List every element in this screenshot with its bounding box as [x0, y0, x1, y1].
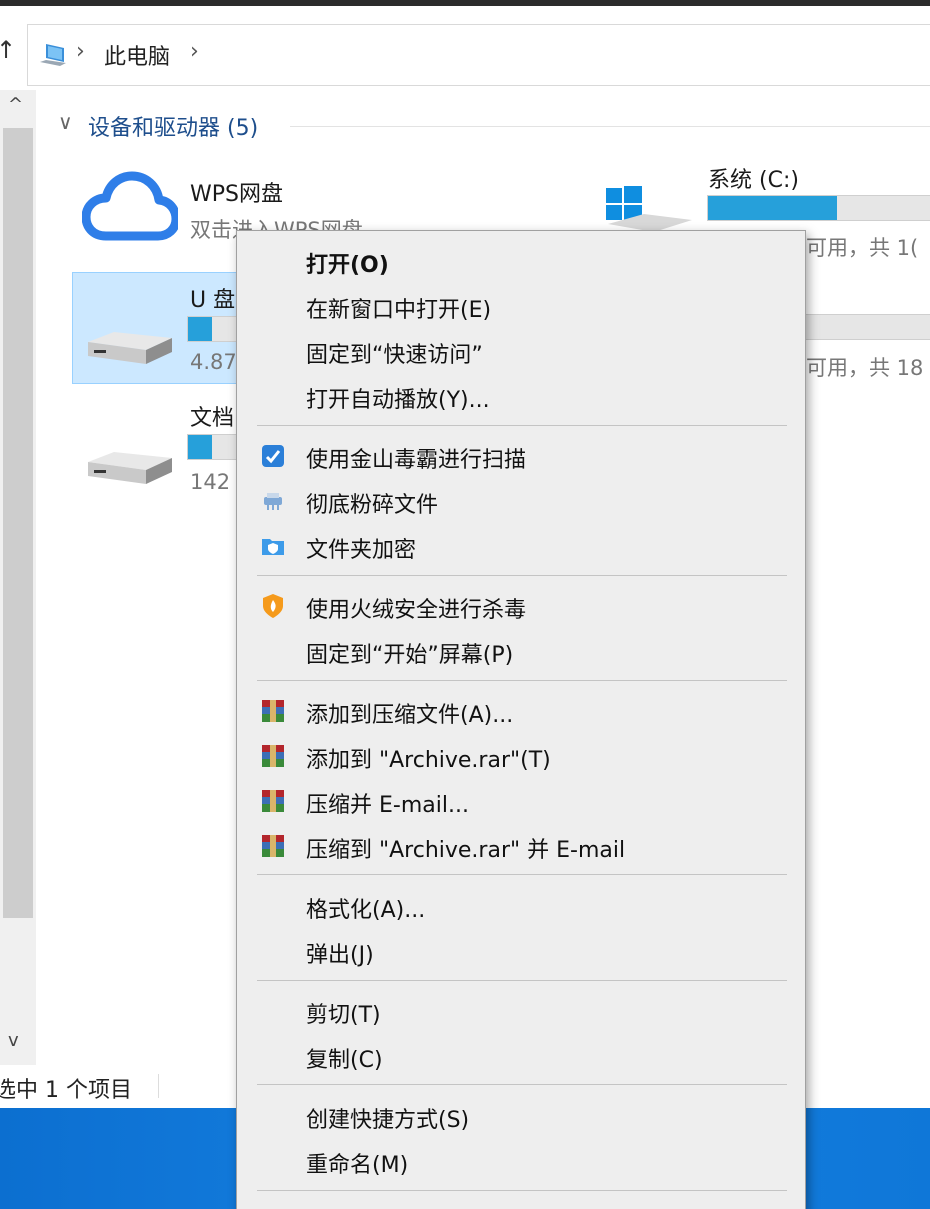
menu-item-label: 重命名(M) [306, 1153, 409, 1178]
windows-logo-icon [606, 186, 692, 232]
group-header[interactable]: 设备和驱动器 (5) [88, 110, 258, 142]
menu-item-eject[interactable]: 弹出(J) [237, 929, 805, 973]
drive-name-u[interactable]: U 盘 [190, 282, 235, 314]
menu-item-label: 打开(O) [306, 253, 389, 278]
menu-separator [257, 425, 787, 426]
breadcrumb-this-pc[interactable]: 此电脑 [104, 39, 170, 71]
drive-name-wps[interactable]: WPS网盘 [190, 176, 283, 208]
menu-separator [257, 680, 787, 681]
menu-item-label: 添加到 "Archive.rar"(T) [306, 748, 551, 773]
drive-d-usage-fill [801, 315, 846, 339]
menu-item-folder-encrypt[interactable]: 文件夹加密 [237, 524, 805, 568]
context-menu: 打开(O) 在新窗口中打开(E) 固定到“快速访问” 打开自动播放(Y)... … [236, 230, 806, 1209]
menu-item-label: 在新窗口中打开(E) [306, 298, 492, 323]
drive-name-docs[interactable]: 文档 [190, 400, 234, 432]
menu-item-label: 创建快捷方式(S) [306, 1108, 470, 1133]
breadcrumb-chevron-icon[interactable]: › [190, 39, 199, 64]
scrollbar-thumb[interactable] [3, 128, 33, 918]
menu-item-label: 添加到压缩文件(A)... [306, 703, 514, 728]
menu-item-rename[interactable]: 重命名(M) [237, 1139, 805, 1183]
drive-c-usage-bar [707, 195, 930, 221]
menu-separator [257, 1084, 787, 1085]
status-divider [158, 1074, 159, 1098]
cloud-icon [82, 171, 178, 241]
menu-item-label: 固定到“开始”屏幕(P) [306, 643, 514, 668]
menu-item-label: 固定到“快速访问” [306, 343, 483, 368]
menu-item-format[interactable]: 格式化(A)... [237, 884, 805, 928]
winrar-icon [262, 835, 284, 857]
menu-item-pin-quick-access[interactable]: 固定到“快速访问” [237, 329, 805, 373]
menu-item-label: 弹出(J) [306, 943, 374, 968]
drive-name-c[interactable]: 系统 (C:) [708, 162, 799, 194]
menu-item-compress-rar-email[interactable]: 压缩到 "Archive.rar" 并 E-mail [237, 824, 805, 868]
group-divider [290, 126, 930, 127]
menu-item-add-archive[interactable]: 添加到压缩文件(A)... [237, 689, 805, 733]
drive-sub-d: 可用，共 18 [806, 356, 924, 380]
scroll-down-icon[interactable]: v [8, 1030, 19, 1051]
drive-docs-usage-fill [188, 435, 212, 459]
pc-icon [40, 44, 66, 66]
menu-item-huorong-scan[interactable]: 使用火绒安全进行杀毒 [237, 584, 805, 628]
drive-icon [88, 452, 172, 484]
menu-separator [257, 980, 787, 981]
menu-item-label: 剪切(T) [306, 1003, 381, 1028]
drive-d-usage-bar [800, 314, 930, 340]
menu-item-label: 文件夹加密 [306, 538, 417, 563]
menu-item-label: 压缩到 "Archive.rar" 并 E-mail [306, 838, 626, 863]
menu-item-add-to-archive-rar[interactable]: 添加到 "Archive.rar"(T) [237, 734, 805, 778]
menu-item-cut[interactable]: 剪切(T) [237, 989, 805, 1033]
winrar-icon [262, 700, 284, 722]
menu-item-duba-scan[interactable]: 使用金山毒霸进行扫描 [237, 434, 805, 478]
duba-icon [262, 445, 284, 467]
menu-item-label: 使用火绒安全进行杀毒 [306, 598, 527, 623]
folder-lock-icon [262, 539, 284, 555]
scroll-up-icon[interactable]: ^ [8, 94, 23, 115]
menu-item-label: 格式化(A)... [306, 898, 426, 923]
drive-sub-u: 4.87 [190, 350, 237, 374]
menu-item-create-shortcut[interactable]: 创建快捷方式(S) [237, 1094, 805, 1138]
address-bar[interactable]: › 此电脑 › [27, 24, 930, 86]
drive-sub-docs: 142 [190, 470, 231, 494]
menu-item-label: 复制(C) [306, 1048, 383, 1073]
drive-icon [88, 332, 172, 364]
menu-separator [257, 575, 787, 576]
menu-item-open[interactable]: 打开(O) [237, 239, 805, 283]
menu-item-autoplay[interactable]: 打开自动播放(Y)... [237, 374, 805, 418]
winrar-icon [262, 790, 284, 812]
menu-item-label: 打开自动播放(Y)... [306, 388, 490, 413]
menu-item-pin-start[interactable]: 固定到“开始”屏幕(P) [237, 629, 805, 673]
drive-sub-c: 可用，共 1( [806, 236, 919, 260]
winrar-icon [262, 745, 284, 767]
drive-u-usage-fill [188, 317, 212, 341]
huorong-icon [263, 594, 283, 618]
status-selection-count: 选中 1 个项目 [0, 1078, 132, 1103]
address-bar-row: ↑ › 此电脑 › [0, 6, 930, 92]
breadcrumb-chevron-icon[interactable]: › [76, 39, 85, 64]
menu-item-compress-email[interactable]: 压缩并 E-mail... [237, 779, 805, 823]
menu-item-open-new-window[interactable]: 在新窗口中打开(E) [237, 284, 805, 328]
menu-item-copy[interactable]: 复制(C) [237, 1034, 805, 1078]
up-arrow-icon[interactable]: ↑ [0, 36, 16, 64]
menu-separator [257, 1190, 787, 1191]
menu-item-shred[interactable]: 彻底粉碎文件 [237, 479, 805, 523]
collapse-chevron-icon[interactable]: ∨ [58, 110, 73, 134]
drive-c-usage-fill [708, 196, 837, 220]
menu-separator [257, 874, 787, 875]
shredder-icon [264, 493, 282, 510]
menu-item-label: 压缩并 E-mail... [306, 793, 469, 818]
menu-item-label: 彻底粉碎文件 [306, 493, 439, 518]
menu-item-label: 使用金山毒霸进行扫描 [306, 448, 527, 473]
